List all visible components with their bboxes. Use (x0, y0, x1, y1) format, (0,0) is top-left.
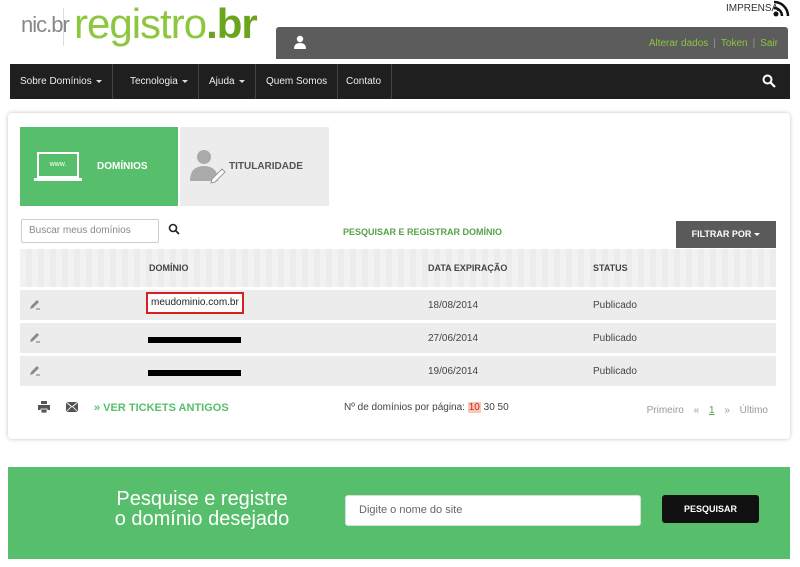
print-icon[interactable] (38, 401, 50, 413)
edit-icon[interactable] (29, 331, 41, 343)
pagination: Primeiro « 1 » Último (640, 405, 768, 416)
tab-label: TITULARIDADE (229, 161, 303, 172)
imprensa-link[interactable]: IMPRENSA (726, 3, 778, 14)
user-links: Alterar dados | Token | Sair (649, 38, 778, 49)
nav-label: Tecnologia (130, 76, 178, 87)
edit-icon[interactable] (29, 364, 41, 376)
nav-item-tecnologia[interactable]: Tecnologia (120, 64, 199, 99)
site-name-input[interactable]: Digite o nome do site (345, 495, 641, 526)
tab-titularidade[interactable]: TITULARIDADE (180, 127, 329, 206)
pager-current-page[interactable]: 1 (709, 405, 715, 416)
nav-item-sobre-dominios[interactable]: Sobre Domínios (10, 64, 113, 99)
status-text: Publicado (593, 366, 637, 377)
column-header-data-expiracao[interactable]: DATA EXPIRAÇÃO (428, 263, 507, 273)
pager-first[interactable]: Primeiro (647, 405, 684, 416)
banner-headline: Pesquise e registre o domínio desejado (102, 489, 302, 529)
logo-divider (63, 8, 64, 46)
main-nav: Sobre Domínios Tecnologia Ajuda Quem Som… (10, 64, 790, 99)
logo-br-text: .br (206, 0, 258, 47)
table-row[interactable]: 19/06/2014 Publicado (20, 356, 776, 386)
search-icon[interactable] (168, 223, 180, 235)
banner-line-1: Pesquise e registre (116, 488, 288, 510)
expiration-date: 18/08/2014 (428, 300, 479, 311)
status-text: Publicado (593, 300, 637, 311)
link-separator: | (752, 38, 756, 49)
nic-br-logo[interactable]: nic.br (21, 12, 70, 38)
column-header-status[interactable]: STATUS (593, 263, 628, 273)
person-edit-icon (190, 150, 226, 184)
registro-br-logo[interactable]: registro.br (74, 0, 258, 48)
nav-label: Ajuda (209, 76, 235, 87)
search-icon[interactable] (762, 74, 776, 88)
per-page-option-30[interactable]: 30 (484, 402, 495, 413)
expiration-date: 27/06/2014 (428, 333, 479, 344)
nav-label: Contato (346, 76, 382, 87)
banner-line-2: o domínio desejado (114, 508, 290, 530)
logo-registro-text: registro (74, 0, 207, 47)
caret-down-icon (181, 79, 188, 83)
status-text: Publicado (593, 333, 637, 344)
table-row[interactable]: 27/06/2014 Publicado (20, 323, 776, 353)
expiration-date: 19/06/2014 (428, 366, 479, 377)
user-icon (294, 35, 306, 49)
nav-item-ajuda[interactable]: Ajuda (199, 64, 256, 99)
pesquisar-button[interactable]: PESQUISAR (662, 495, 759, 523)
tab-dominios[interactable]: www. DOMÍNIOS (20, 127, 178, 206)
caret-down-icon (95, 79, 102, 83)
pager-prev[interactable]: « (694, 405, 700, 416)
caret-down-icon (238, 79, 245, 83)
per-page-selector: Nº de domínios por página: 10 30 50 (344, 402, 509, 413)
filtrar-por-button[interactable]: FILTRAR POR (676, 221, 776, 248)
column-header-dominio[interactable]: DOMÍNIO (149, 263, 189, 273)
pager-last[interactable]: Último (740, 405, 768, 416)
nav-label: Quem Somos (266, 76, 328, 87)
mail-icon[interactable] (66, 402, 78, 412)
pager-next[interactable]: » (724, 405, 730, 416)
domain-name[interactable]: meudominio.com.br (146, 292, 244, 314)
rss-icon[interactable] (772, 0, 790, 18)
link-separator: | (713, 38, 716, 49)
nav-item-contato[interactable]: Contato (336, 64, 393, 99)
token-link[interactable]: Token (721, 38, 748, 49)
table-row[interactable]: meudominio.com.br 18/08/2014 Publicado (20, 290, 776, 320)
domains-panel: www. DOMÍNIOS TITULARIDADE Buscar meus d… (8, 113, 790, 439)
redacted-domain (148, 337, 241, 343)
redacted-domain (148, 370, 241, 376)
sair-link[interactable]: Sair (760, 38, 778, 49)
ver-tickets-antigos-link[interactable]: » VER TICKETS ANTIGOS (94, 402, 229, 414)
user-bar: Alterar dados | Token | Sair (276, 27, 788, 59)
nav-item-quem-somos[interactable]: Quem Somos (256, 64, 339, 99)
search-domains-input[interactable]: Buscar meus domínios (21, 219, 159, 243)
caret-down-icon (754, 233, 761, 237)
nav-label: Sobre Domínios (20, 76, 92, 87)
pesquisar-registrar-link[interactable]: PESQUISAR E REGISTRAR DOMÍNIO (343, 227, 502, 237)
monitor-stand (34, 178, 82, 181)
per-page-option-10[interactable]: 10 (467, 402, 481, 413)
tab-label: DOMÍNIOS (97, 161, 148, 172)
filtrar-label: FILTRAR POR (691, 229, 752, 239)
table-header: DOMÍNIO DATA EXPIRAÇÃO STATUS (20, 249, 776, 287)
edit-icon[interactable] (29, 298, 41, 310)
per-page-label: Nº de domínios por página: (344, 402, 465, 413)
alterar-dados-link[interactable]: Alterar dados (649, 38, 708, 49)
per-page-option-50[interactable]: 50 (498, 402, 509, 413)
www-monitor-icon: www. (37, 152, 79, 178)
search-banner: Pesquise e registre o domínio desejado D… (8, 467, 790, 559)
